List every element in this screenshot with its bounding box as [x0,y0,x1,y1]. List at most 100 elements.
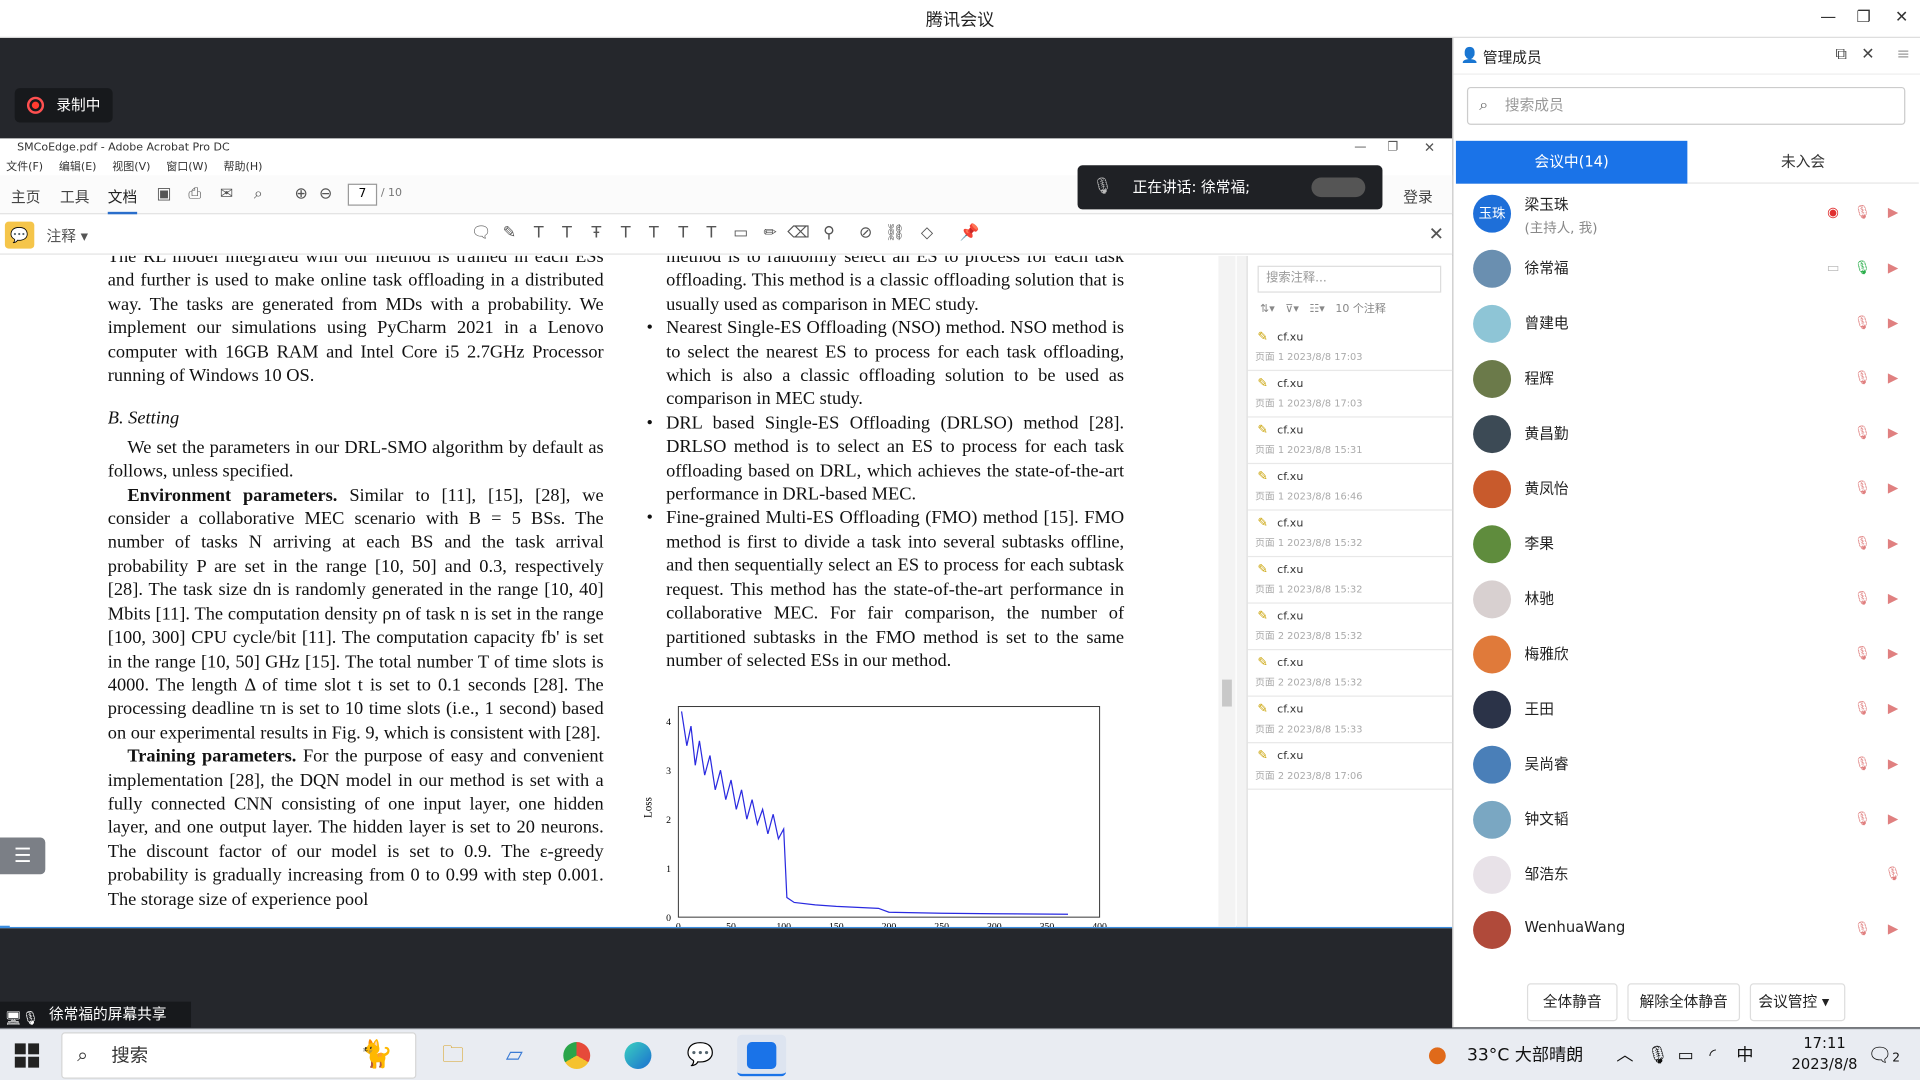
add-text-icon[interactable]: T [700,223,722,245]
member-row[interactable]: 吴尚睿 🎙 ▶ [1453,737,1920,792]
member-row[interactable]: 梅雅欣 🎙 ▶ [1453,627,1920,682]
meeting-control-button[interactable]: 会议管控 ▾ [1749,983,1846,1022]
tray-mic-icon[interactable]: 🎙 [1647,1030,1669,1080]
pdf-page[interactable]: The RL model integrated with our method … [9,255,1237,927]
comment-item[interactable]: ✎ cf.xu 页面 2 2023/8/8 17:06 [1247,743,1454,790]
save-icon[interactable]: ▣ [154,185,174,205]
member-row[interactable]: 曾建电 🎙 ▶ [1453,296,1920,351]
member-row[interactable]: 徐常福 ▭ 🎙 ▶ [1453,241,1920,296]
mic-off-icon[interactable]: 🎙 [1853,644,1873,664]
tab-not-joined[interactable]: 未入会 [1687,141,1918,184]
tab-home[interactable]: 主页 [11,186,40,207]
mic-off-icon[interactable]: 🎙 [1853,369,1873,389]
mic-off-icon[interactable]: 🎙 [1853,313,1873,333]
camera-off-icon[interactable]: ▶ [1883,369,1903,389]
comment-item[interactable]: ✎ cf.xu 页面 1 2023/8/8 17:03 [1247,371,1454,418]
camera-off-icon[interactable]: ▶ [1883,809,1903,829]
member-row[interactable]: 王田 🎙 ▶ [1453,682,1920,737]
tab-tools[interactable]: 工具 [60,186,89,207]
page-down-icon[interactable]: ⊖ [316,185,336,205]
login-link[interactable]: 登录 [1403,186,1432,207]
member-row[interactable]: 李果 🎙 ▶ [1453,517,1920,572]
close-annotation-icon[interactable]: ✕ [1425,223,1447,245]
comment-item[interactable]: ✎ cf.xu 页面 2 2023/8/8 15:32 [1247,604,1454,651]
mic-on-icon[interactable]: 🎙 [1853,258,1873,278]
camera-off-icon[interactable]: ▶ [1883,644,1903,664]
member-row[interactable]: 程辉 🎙 ▶ [1453,351,1920,406]
weather-icon[interactable]: ● [1428,1030,1447,1080]
comment-item[interactable]: ✎ cf.xu 页面 1 2023/8/8 15:32 [1247,511,1454,558]
pin-icon[interactable]: 📌 [959,223,981,245]
battery-icon[interactable]: ▭ [1678,1030,1694,1080]
pencil-icon[interactable]: ✏ [759,223,781,245]
tray-expand-icon[interactable]: ︿ [1616,1030,1633,1080]
member-row[interactable]: 邹浩东 🎙 [1453,847,1920,902]
popout-icon[interactable]: ⧉ [1836,45,1847,63]
mail-icon[interactable]: ✉ [217,185,237,205]
attach-icon[interactable]: ⊘ [855,223,877,245]
mic-off-icon[interactable]: 🎙 [1853,920,1873,940]
mic-off-icon[interactable]: 🎙 [1853,589,1873,609]
mic-off-icon[interactable]: 🎙 [1853,699,1873,719]
menu-window[interactable]: 窗口(W) [166,162,208,174]
weather-label[interactable]: 33°C 大部晴朗 [1467,1030,1583,1080]
restore-icon[interactable]: ❐ [1850,6,1877,30]
comments-collapse-strip[interactable] [1236,255,1247,927]
acrobat-close-icon[interactable]: ✕ [1424,140,1435,156]
windows-start-icon[interactable] [14,1043,40,1068]
menu-view[interactable]: 视图(V) [112,162,150,174]
menu-file[interactable]: 文件(F) [6,162,43,174]
highlight-icon[interactable]: ✎ [498,223,520,245]
comment-item[interactable]: ✎ cf.xu 页面 1 2023/8/8 15:32 [1247,557,1454,604]
mic-off-icon[interactable]: 🎙 [1853,809,1873,829]
acrobat-restore-icon[interactable]: ❐ [1387,141,1398,154]
sticky-note-icon[interactable]: 🗨 [470,223,492,245]
pdf-vertical-scrollbar[interactable] [1218,255,1236,927]
mute-all-button[interactable]: 全体静音 [1526,983,1618,1022]
tencent-meeting-icon[interactable] [737,1034,787,1077]
scroll-thumb[interactable] [1222,679,1232,707]
wifi-icon[interactable]: ◜ [1709,1030,1716,1080]
camera-off-icon[interactable]: ▶ [1883,920,1903,940]
search-icon[interactable]: ⌕ [249,185,269,205]
camera-off-icon[interactable]: ▶ [1883,424,1903,444]
chrome-icon[interactable] [552,1035,601,1077]
wechat-icon[interactable]: 💬 [676,1035,725,1077]
camera-off-icon[interactable]: ▶ [1883,203,1903,223]
notepad-icon[interactable]: ▱ [490,1035,539,1077]
page-number-input[interactable]: 7 [347,183,378,206]
minimize-icon[interactable]: — [1815,6,1842,30]
text-insert-icon[interactable]: T [615,223,637,245]
menu-help[interactable]: 帮助(H) [224,162,263,174]
page-up-icon[interactable]: ⊕ [291,185,311,205]
comment-item[interactable]: ✎ cf.xu 页面 2 2023/8/8 15:32 [1247,650,1454,697]
list-toggle-icon[interactable]: ☰ [0,837,46,875]
camera-off-icon[interactable]: ▶ [1883,534,1903,554]
acrobat-minimize-icon[interactable]: — [1354,141,1366,154]
member-row[interactable]: WenhuaWang 🎙 ▶ [1453,902,1920,957]
tab-in-meeting[interactable]: 会议中(14) [1455,140,1688,184]
mic-off-icon[interactable]: 🎙 [1853,424,1873,444]
comment-item[interactable]: ✎ cf.xu 页面 1 2023/8/8 15:31 [1247,418,1454,465]
comment-icon[interactable]: 💬 [4,221,35,249]
text-underline-icon[interactable]: T [528,223,550,245]
menu-edit[interactable]: 编辑(E) [59,162,97,174]
text-box-icon[interactable]: T [672,223,694,245]
camera-off-icon[interactable]: ▶ [1883,313,1903,333]
textbox-frame-icon[interactable]: ▭ [730,223,752,245]
comments-search-input[interactable]: 搜索注释... [1257,265,1442,293]
mic-off-icon[interactable]: 🎙 [1853,534,1873,554]
eraser-icon[interactable]: ⌫ [787,223,810,245]
tab-document[interactable]: 文档 [107,186,138,215]
ime-indicator[interactable]: 中 [1736,1030,1753,1080]
camera-off-icon[interactable]: ▶ [1883,754,1903,774]
clock[interactable]: 17:11 2023/8/8 [1782,1033,1868,1080]
notification-icon[interactable]: 🗨2 [1867,1030,1900,1080]
member-row[interactable]: 钟文韬 🎙 ▶ [1453,792,1920,847]
mic-off-icon[interactable]: 🎙 [1853,203,1873,223]
panel-close-icon[interactable]: ✕ [1861,45,1874,63]
taskbar-search[interactable]: ⌕ 搜索 🐈 [61,1032,417,1079]
comment-item[interactable]: ✎ cf.xu 页面 1 2023/8/8 17:03 [1247,324,1454,372]
stamp-icon[interactable]: ⚲ [818,223,840,245]
member-row[interactable]: 玉珠 梁玉珠 (主持人, 我) ◉ 🎙 ▶ [1453,186,1920,241]
